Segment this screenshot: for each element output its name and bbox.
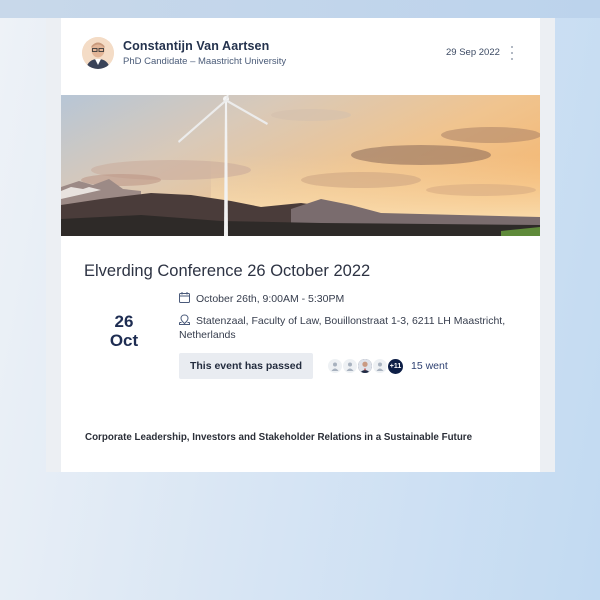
attendee-avatar[interactable] xyxy=(357,358,373,374)
attendee-list[interactable]: +11 15 went xyxy=(327,357,448,375)
event-location-row: Statenzaal, Faculty of Law, Bouillonstra… xyxy=(179,314,519,342)
background-top-strip xyxy=(0,0,600,18)
more-vertical-icon[interactable] xyxy=(507,46,517,60)
post-header: Constantijn Van Aartsen PhD Candidate – … xyxy=(61,18,540,95)
author-avatar[interactable] xyxy=(82,37,114,69)
calendar-icon xyxy=(179,292,190,303)
event-day: 26 xyxy=(114,312,134,331)
location-pin-icon xyxy=(179,314,190,325)
attendee-count[interactable]: 15 went xyxy=(411,360,448,372)
event-date-block: 26 Oct xyxy=(101,312,147,350)
event-title[interactable]: Elverding Conference 26 October 2022 xyxy=(84,262,370,281)
author-name[interactable]: Constantijn Van Aartsen xyxy=(123,39,269,53)
event-location[interactable]: Statenzaal, Faculty of Law, Bouillonstra… xyxy=(179,315,505,341)
event-time-row: October 26th, 9:00AM - 5:30PM xyxy=(179,292,344,306)
event-subtitle: Corporate Leadership, Investors and Stak… xyxy=(85,432,473,443)
event-month: Oct xyxy=(109,331,139,350)
author-role: PhD Candidate – Maastricht University xyxy=(123,56,287,67)
more-attendees-badge[interactable]: +11 xyxy=(387,357,404,375)
user-icon[interactable] xyxy=(342,358,358,374)
user-icon[interactable] xyxy=(372,358,388,374)
event-time: October 26th, 9:00AM - 5:30PM xyxy=(196,293,345,305)
event-cover-image xyxy=(61,95,540,236)
user-icon[interactable] xyxy=(327,358,343,374)
event-status-badge: This event has passed xyxy=(179,353,313,379)
event-post-card: Constantijn Van Aartsen PhD Candidate – … xyxy=(61,18,540,472)
post-date: 29 Sep 2022 xyxy=(446,47,500,58)
